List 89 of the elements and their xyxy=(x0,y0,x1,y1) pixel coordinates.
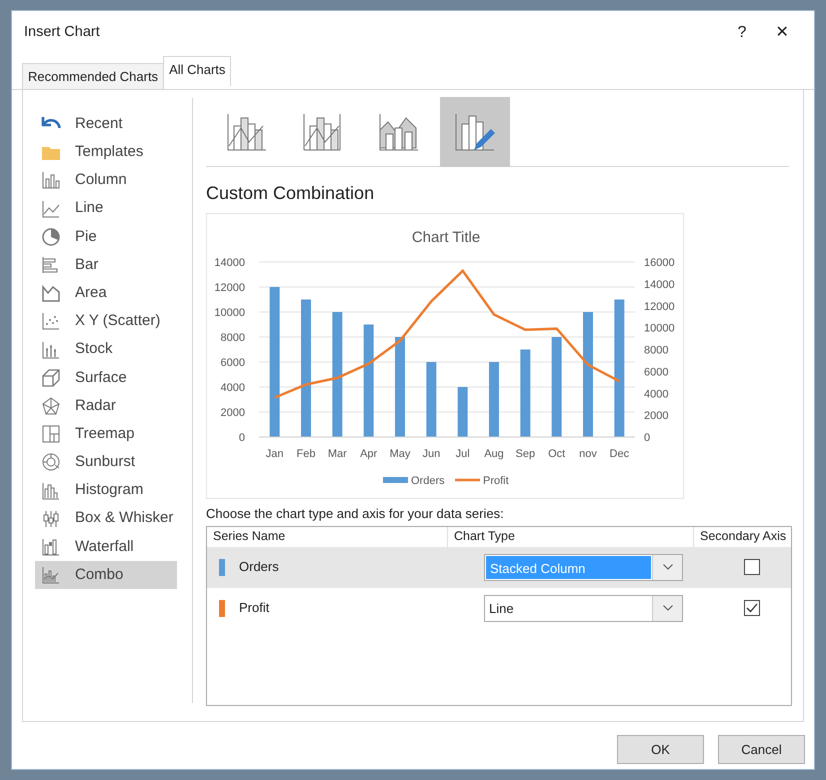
sidebar-item[interactable]: Radar xyxy=(35,392,177,420)
axis-tick-label: Sep xyxy=(516,448,536,460)
axis-tick-label: 6000 xyxy=(644,366,668,378)
column-line-chart-icon xyxy=(226,112,268,152)
sidebar-item[interactable]: Pie xyxy=(35,222,177,251)
sidebar-item[interactable]: X Y (Scatter) xyxy=(35,307,177,336)
surface-chart-icon xyxy=(41,368,61,388)
sidebar-item[interactable]: Waterfall xyxy=(35,532,177,561)
chevron-down-icon xyxy=(662,605,672,611)
legend-label: Profit xyxy=(483,475,509,487)
box-whisker-icon xyxy=(41,508,61,529)
custom-combo-pencil-icon xyxy=(454,112,496,152)
series-row[interactable]: Profit Line xyxy=(207,588,791,628)
checkbox[interactable] xyxy=(744,600,760,616)
sidebar-item[interactable]: Recent xyxy=(35,110,177,138)
axis-tick-label: nov xyxy=(579,448,597,460)
legend-swatch xyxy=(455,478,480,482)
checkbox[interactable] xyxy=(744,559,760,575)
axis-tick-label: Mar xyxy=(328,448,347,460)
sidebar-item[interactable]: Line xyxy=(35,194,177,223)
sidebar-item[interactable]: Stock xyxy=(35,336,177,364)
axis-tick-label: 2000 xyxy=(220,407,245,419)
axis-tick-label: Jan xyxy=(266,448,284,460)
sidebar-item[interactable]: Box & Whisker xyxy=(35,504,177,533)
sidebar-item[interactable]: Column xyxy=(35,166,177,195)
sidebar-item[interactable]: Surface xyxy=(35,364,177,392)
scatter-chart-icon xyxy=(41,311,61,332)
axis-tick-label: 4000 xyxy=(220,382,245,394)
axis-tick-label: 8000 xyxy=(220,332,245,344)
sidebar-item[interactable]: Area xyxy=(35,279,177,308)
instruction-text: Choose the chart type and axis for your data series: xyxy=(206,505,505,523)
combo-chart-icon xyxy=(41,565,61,586)
series-name: Orders xyxy=(239,558,280,576)
axis-tick-label: Apr xyxy=(360,448,378,460)
axis-tick-label: May xyxy=(390,448,410,460)
axis-tick-label: Jun xyxy=(422,448,440,460)
tab[interactable]: Recommended Charts xyxy=(22,62,164,89)
close-button[interactable]: ✕ xyxy=(762,20,802,46)
sidebar-item[interactable]: Histogram xyxy=(35,476,177,505)
axis-tick-label: Dec xyxy=(610,448,630,460)
histogram-icon xyxy=(41,480,61,501)
axis-tick-label: 4000 xyxy=(644,388,668,400)
axis-tick-label: Oct xyxy=(548,448,566,460)
stock-chart-icon xyxy=(41,340,61,360)
axis-tick-label: 12000 xyxy=(214,282,245,294)
axis-tick-label: 12000 xyxy=(644,300,675,313)
axis-tick-label: 14000 xyxy=(214,257,245,269)
chart-subtype-button[interactable] xyxy=(440,97,510,167)
treemap-icon xyxy=(41,424,61,444)
axis-tick-label: 14000 xyxy=(644,278,675,291)
area-chart-icon xyxy=(41,283,61,304)
axis-tick-label: Jul xyxy=(456,448,470,460)
axis-tick-label: 16000 xyxy=(644,257,675,269)
axis-tick-label: 0 xyxy=(238,432,245,444)
axis-tick-label: Feb xyxy=(296,448,316,460)
cancel-button[interactable]: Cancel xyxy=(718,735,805,764)
axis-tick-label: Aug xyxy=(484,448,504,460)
chart-title: Chart Title xyxy=(412,229,480,246)
sidebar-item[interactable]: Templates xyxy=(35,138,177,166)
axis-tick-label: 6000 xyxy=(220,357,245,369)
area-column-chart-icon xyxy=(378,112,420,152)
sidebar-item[interactable]: Treemap xyxy=(35,420,177,448)
sidebar-item[interactable]: Sunburst xyxy=(35,448,177,476)
line-chart-icon xyxy=(41,198,61,219)
window-title: Insert Chart xyxy=(24,23,101,42)
section-heading: Custom Combination xyxy=(206,182,376,205)
column-header: Series Name xyxy=(212,528,286,544)
axis-tick-label: 10000 xyxy=(214,307,245,319)
waterfall-icon xyxy=(41,536,61,557)
pie-chart-icon xyxy=(41,226,61,247)
radar-chart-icon xyxy=(41,396,61,416)
column-chart-icon xyxy=(41,170,61,190)
help-button[interactable]: ? xyxy=(722,20,762,46)
legend-label: Orders xyxy=(411,475,445,487)
sunburst-icon xyxy=(41,452,61,472)
axis-tick-label: 2000 xyxy=(644,410,668,422)
series-name: Profit xyxy=(239,599,270,618)
axis-tick-label: 0 xyxy=(644,432,650,444)
legend-swatch xyxy=(383,477,408,483)
axis-tick-label: 8000 xyxy=(644,344,668,356)
chart-type-dropdown[interactable]: Line xyxy=(484,594,683,622)
bar xyxy=(458,387,468,437)
ok-button[interactable]: OK xyxy=(617,735,704,764)
chevron-down-icon xyxy=(662,564,672,570)
sidebar-item[interactable]: Combo xyxy=(35,561,177,590)
sidebar-item[interactable]: Bar xyxy=(35,250,177,280)
series-row[interactable]: Orders Stacked Column xyxy=(207,546,791,588)
tab[interactable]: All Charts xyxy=(163,56,232,86)
axis-tick-label: 10000 xyxy=(644,322,675,335)
